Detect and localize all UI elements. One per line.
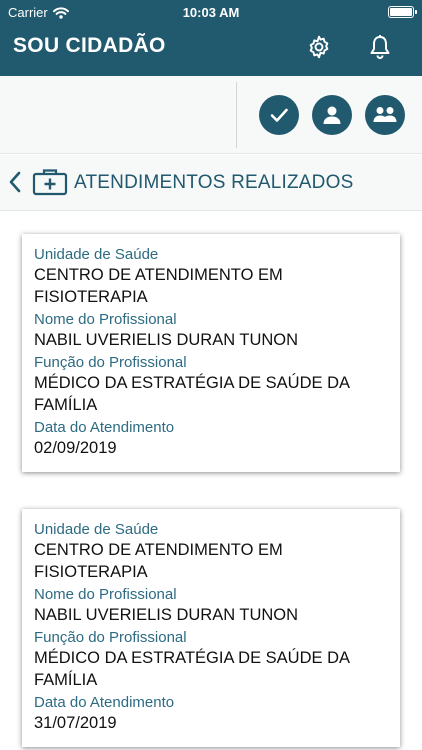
top-bar: Carrier 10:03 AM SOU CIDADÃO [0,0,422,76]
professional-role-label: Função do Profissional [34,354,187,371]
appointments-list: Unidade de Saúde CENTRO DE ATENDIMENTO E… [0,211,422,750]
appointment-card[interactable]: Unidade de Saúde CENTRO DE ATENDIMENTO E… [22,234,400,472]
chevron-left-icon [9,171,21,193]
health-unit-line-1: CENTRO DE ATENDIMENTO EM [34,541,283,559]
appointment-date-label: Data do Atendimento [34,694,175,711]
professional-role-line-2: FAMÍLIA [34,671,98,689]
gear-icon [309,35,329,59]
professional-role-line-2: FAMÍLIA [34,396,98,414]
user-icon [323,106,341,124]
professional-name-label: Nome do Profissional [34,311,177,328]
back-button[interactable] [6,169,24,195]
health-unit-label: Unidade de Saúde [34,521,159,538]
bell-icon [370,35,390,59]
appointment-date-label: Data do Atendimento [34,419,175,436]
health-unit-value: CENTRO DE ATENDIMENTO EM FISIOTERAPIA [34,539,388,583]
professional-name-label: Nome do Profissional [34,586,177,603]
app-title: SOU CIDADÃO [13,34,166,57]
section-header: ATENDIMENTOS REALIZADOS [0,155,422,211]
users-icon [373,107,397,122]
professional-name-value: NABIL UVERIELIS DURAN TUNON [34,606,299,624]
toolbar-divider [236,82,237,148]
medical-kit-icon [32,169,68,196]
professional-role-value: MÉDICO DA ESTRATÉGIA DE SAÚDE DA FAMÍLIA [34,372,388,416]
appointment-card[interactable]: Unidade de Saúde CENTRO DE ATENDIMENTO E… [22,509,400,747]
status-time: 10:03 AM [182,5,240,20]
professional-role-label: Função do Profissional [34,629,187,646]
health-unit-value: CENTRO DE ATENDIMENTO EM FISIOTERAPIA [34,264,388,308]
appointment-date-value: 02/09/2019 [34,439,117,457]
professional-role-line-1: MÉDICO DA ESTRATÉGIA DE SAÚDE DA [34,374,351,392]
check-button[interactable] [259,95,299,135]
profile-button[interactable] [312,95,352,135]
settings-button[interactable] [305,33,333,61]
check-icon [270,108,288,122]
health-unit-line-2: FISIOTERAPIA [34,563,148,581]
action-toolbar [0,76,422,154]
professional-role-value: MÉDICO DA ESTRATÉGIA DE SAÚDE DA FAMÍLIA [34,647,388,691]
professional-name-value: NABIL UVERIELIS DURAN TUNON [34,331,299,349]
health-unit-label: Unidade de Saúde [34,246,159,263]
status-bar: Carrier 10:03 AM [0,0,422,24]
section-title: ATENDIMENTOS REALIZADOS [74,172,354,193]
notifications-button[interactable] [366,33,394,61]
battery-icon [388,6,417,18]
health-unit-line-1: CENTRO DE ATENDIMENTO EM [34,266,283,284]
health-unit-line-2: FISIOTERAPIA [34,288,148,306]
group-button[interactable] [365,95,405,135]
professional-role-line-1: MÉDICO DA ESTRATÉGIA DE SAÚDE DA [34,649,351,667]
appointment-date-value: 31/07/2019 [34,714,117,732]
